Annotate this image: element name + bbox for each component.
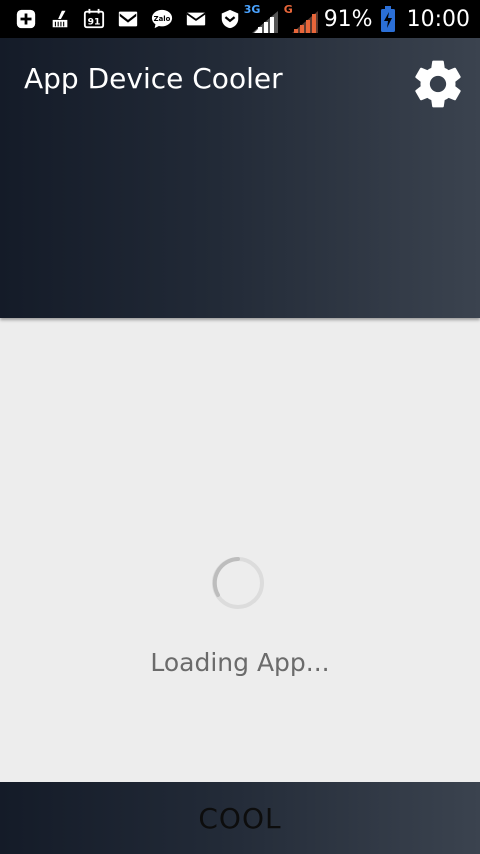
system-indicators: 3G G 91% 10:00 bbox=[244, 3, 480, 33]
zalo-icon: Zalo bbox=[150, 7, 174, 31]
signal-bars-icon bbox=[291, 11, 318, 33]
settings-button[interactable] bbox=[406, 52, 470, 116]
battery-charging-icon bbox=[379, 6, 397, 32]
cleaner-icon bbox=[48, 7, 72, 31]
gear-icon bbox=[415, 60, 461, 108]
page-title: App Device Cooler bbox=[24, 62, 283, 95]
signal-bars-icon bbox=[251, 11, 278, 33]
cool-button[interactable]: COOL bbox=[0, 782, 480, 854]
battery-percent: 91% bbox=[323, 6, 373, 32]
status-bar: 91 Zalo 3G G 91% 10:00 bbox=[0, 0, 480, 38]
loading-spinner-icon bbox=[212, 557, 264, 609]
calendar-day: 91 bbox=[88, 17, 101, 28]
clock: 10:00 bbox=[406, 6, 470, 32]
zalo-label: Zalo bbox=[154, 15, 171, 23]
mail-icon bbox=[184, 7, 208, 31]
gmail-icon bbox=[116, 7, 140, 31]
cool-button-label: COOL bbox=[198, 801, 282, 835]
calendar-icon: 91 bbox=[82, 7, 106, 31]
signal-g-indicator: G bbox=[284, 3, 318, 33]
add-box-icon bbox=[14, 7, 38, 31]
notification-icons: 91 Zalo bbox=[0, 7, 242, 31]
app-header: App Device Cooler bbox=[0, 38, 480, 318]
loading-text: Loading App... bbox=[150, 648, 330, 677]
signal-3g-indicator: 3G bbox=[244, 3, 278, 33]
shield-icon bbox=[218, 7, 242, 31]
content-area bbox=[0, 318, 480, 782]
